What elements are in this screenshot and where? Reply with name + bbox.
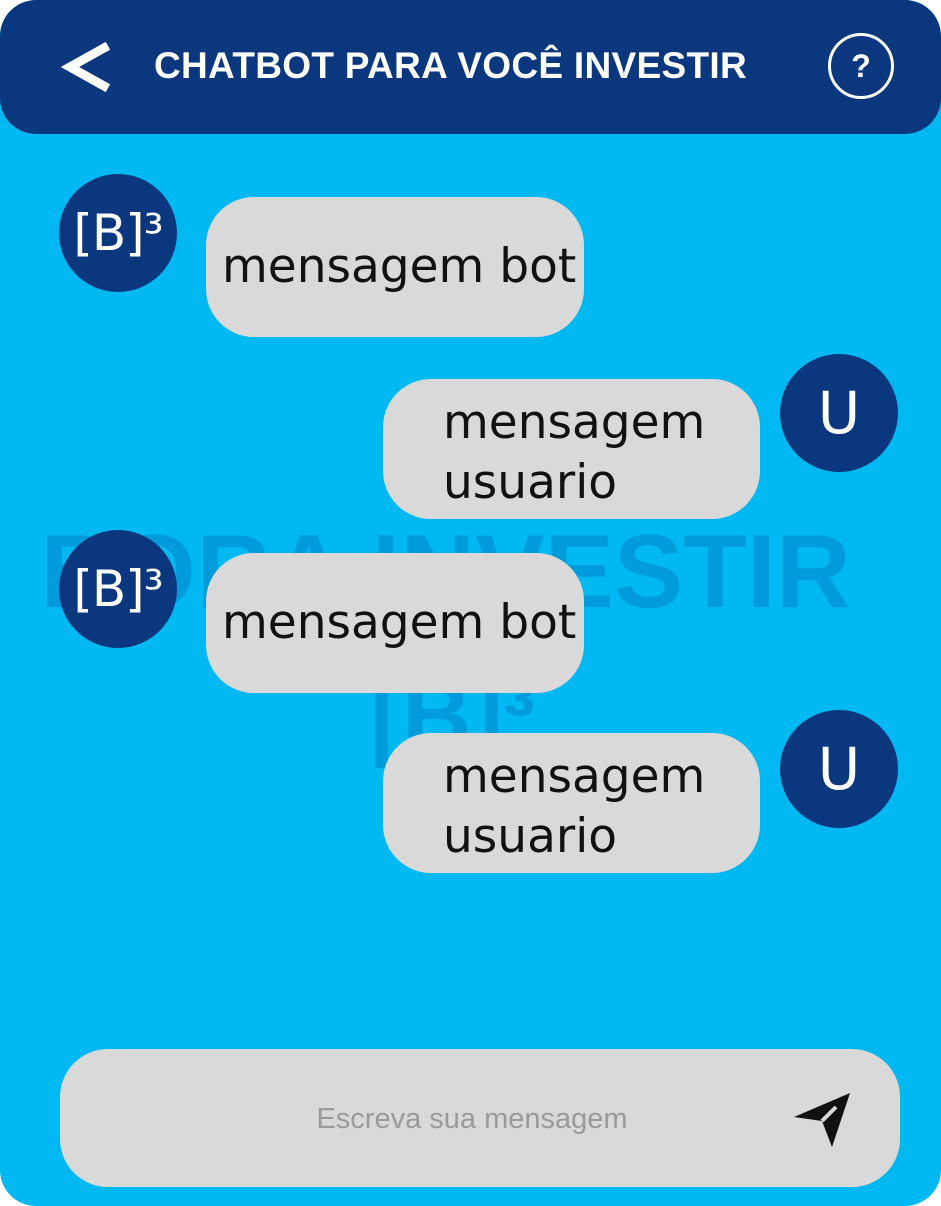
user-avatar: U — [780, 710, 898, 828]
bot-message-bubble: mensagem bot — [206, 553, 584, 693]
send-icon[interactable] — [792, 1091, 852, 1149]
user-message-bubble: mensagem usuario — [383, 733, 760, 873]
page-title: CHATBOT PARA VOCÊ INVESTIR — [154, 45, 747, 86]
user-avatar: U — [780, 354, 898, 472]
help-button[interactable]: ? — [828, 33, 894, 99]
chat-window: BORA INVESTIR [B]³ CHATBOT PARA VOCÊ INV… — [0, 0, 941, 1206]
message-composer — [60, 1049, 900, 1189]
bot-message-bubble: mensagem bot — [206, 197, 584, 337]
header-bar: CHATBOT PARA VOCÊ INVESTIR ? — [0, 0, 941, 134]
bot-avatar: [B]³ — [59, 530, 177, 648]
bot-avatar: [B]³ — [59, 174, 177, 292]
message-input[interactable] — [60, 1049, 884, 1189]
chevron-left-icon[interactable] — [60, 40, 114, 94]
user-message-bubble: mensagem usuario — [383, 379, 760, 519]
